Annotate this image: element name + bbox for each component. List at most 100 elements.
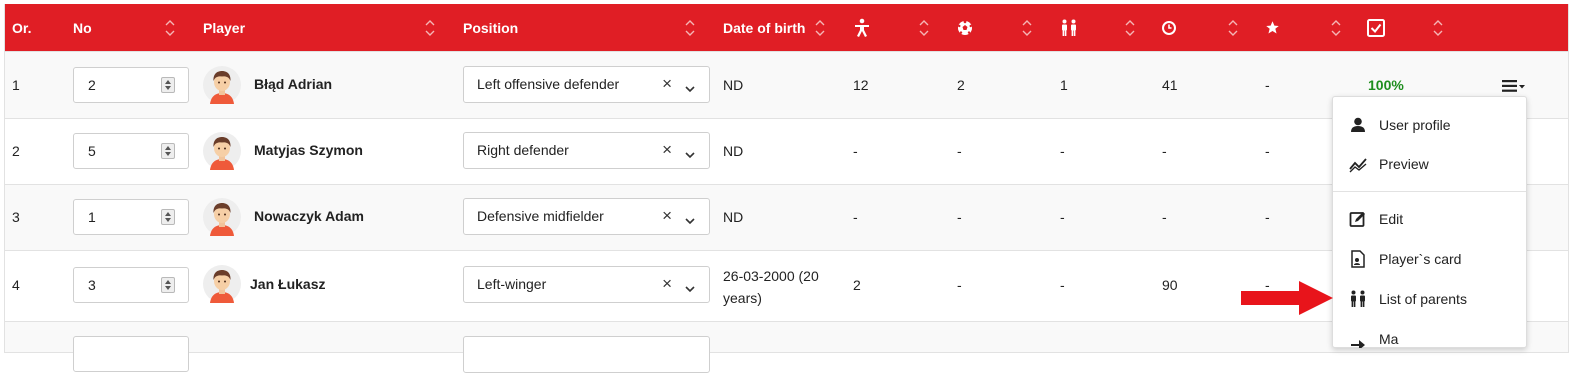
number-stepper[interactable]: 2 bbox=[73, 67, 189, 103]
position-value: Left offensive defender bbox=[477, 76, 620, 92]
chart-line-icon bbox=[1349, 155, 1367, 173]
avatar bbox=[203, 132, 241, 170]
stat5-value: - bbox=[1265, 143, 1270, 159]
spinner-icon[interactable] bbox=[161, 209, 175, 225]
spinner-icon[interactable] bbox=[161, 143, 175, 159]
menu-item-label: Edit bbox=[1379, 211, 1404, 227]
sort-stat2-icon[interactable] bbox=[1022, 18, 1032, 38]
stat4-value: 41 bbox=[1162, 77, 1178, 93]
menu-item-list-of-parents[interactable]: List of parents bbox=[1333, 280, 1526, 318]
menu-item-players-card[interactable]: Player`s card bbox=[1333, 240, 1526, 278]
clock-icon bbox=[1162, 4, 1176, 51]
sort-attendance-icon[interactable] bbox=[1433, 18, 1443, 38]
star-icon bbox=[1265, 4, 1280, 51]
player-name[interactable]: Błąd Adrian bbox=[254, 76, 332, 92]
number-stepper[interactable]: 5 bbox=[73, 133, 189, 169]
stat1-value: - bbox=[853, 143, 858, 159]
clear-icon[interactable]: × bbox=[662, 274, 672, 294]
stat2-value: - bbox=[957, 143, 962, 159]
header-dob[interactable]: Date of birth bbox=[723, 4, 805, 51]
parents-icon bbox=[1349, 290, 1367, 308]
sort-stat3-icon[interactable] bbox=[1125, 18, 1135, 38]
position-select[interactable]: Left-winger × bbox=[463, 266, 710, 303]
menu-item-label: User profile bbox=[1379, 117, 1451, 133]
position-select[interactable]: Right defender × bbox=[463, 132, 710, 169]
clear-icon[interactable]: × bbox=[662, 206, 672, 226]
position-select[interactable]: Defensive midfielder × bbox=[463, 198, 710, 235]
checkbox-icon bbox=[1367, 4, 1385, 51]
stat1-value: - bbox=[853, 209, 858, 225]
number-value: 1 bbox=[88, 209, 96, 225]
running-person-icon bbox=[853, 4, 871, 51]
stat3-value: 1 bbox=[1060, 77, 1068, 93]
sort-player-icon[interactable] bbox=[425, 18, 435, 38]
clear-icon[interactable]: × bbox=[662, 140, 672, 160]
menu-item-edit[interactable]: Edit bbox=[1333, 200, 1526, 238]
menu-item-preview[interactable]: Preview bbox=[1333, 145, 1526, 183]
edit-icon bbox=[1349, 210, 1367, 228]
stat2-value: - bbox=[957, 209, 962, 225]
chevron-down-icon[interactable] bbox=[685, 146, 695, 162]
number-value: 3 bbox=[88, 277, 96, 293]
avatar bbox=[203, 198, 241, 236]
number-value: 2 bbox=[88, 77, 96, 93]
sort-stat5-icon[interactable] bbox=[1331, 18, 1341, 38]
user-icon bbox=[1349, 116, 1367, 134]
stat4-value: - bbox=[1162, 209, 1167, 225]
sort-stat1-icon[interactable] bbox=[919, 18, 929, 38]
chevron-down-icon[interactable] bbox=[685, 212, 695, 228]
dob-value: ND bbox=[723, 143, 744, 159]
position-select[interactable] bbox=[463, 336, 710, 373]
menu-divider bbox=[1333, 191, 1526, 192]
people-icon bbox=[1060, 4, 1078, 51]
sort-position-icon[interactable] bbox=[685, 18, 695, 38]
position-value: Defensive midfielder bbox=[477, 208, 604, 224]
menu-item-user-profile[interactable]: User profile bbox=[1333, 106, 1526, 144]
menu-item-partial[interactable]: Ma bbox=[1333, 320, 1526, 358]
menu-item-label: Preview bbox=[1379, 156, 1429, 172]
stat2-value: - bbox=[957, 277, 962, 293]
number-stepper[interactable]: 3 bbox=[73, 267, 189, 303]
stat2-value: 2 bbox=[957, 77, 965, 93]
position-select[interactable]: Left offensive defender × bbox=[463, 66, 710, 103]
row-order: 3 bbox=[12, 209, 20, 225]
menu-item-label: Ma bbox=[1379, 331, 1399, 347]
header-player[interactable]: Player bbox=[203, 4, 245, 51]
stat1-value: 2 bbox=[853, 277, 861, 293]
number-stepper[interactable]: 1 bbox=[73, 199, 189, 235]
spinner-icon[interactable] bbox=[161, 277, 175, 293]
number-stepper[interactable] bbox=[73, 336, 189, 372]
stat5-value: - bbox=[1265, 209, 1270, 225]
dob-value: ND bbox=[723, 77, 744, 93]
header-no[interactable]: No bbox=[73, 4, 92, 51]
row-order: 1 bbox=[12, 77, 20, 93]
position-value: Left-winger bbox=[477, 276, 547, 292]
menu-item-label: Player`s card bbox=[1379, 251, 1462, 267]
chevron-down-icon[interactable] bbox=[685, 80, 695, 96]
sort-dob-icon[interactable] bbox=[815, 18, 825, 38]
dob-value: ND bbox=[723, 209, 744, 225]
header-order: Or. bbox=[12, 19, 32, 36]
header-position[interactable]: Position bbox=[463, 4, 518, 51]
player-name[interactable]: Jan Łukasz bbox=[250, 276, 325, 292]
clear-icon[interactable]: × bbox=[662, 74, 672, 94]
stat4-value: - bbox=[1162, 143, 1167, 159]
stat3-value: - bbox=[1060, 143, 1065, 159]
dob-value: 26-03-2000 (20 years) bbox=[723, 268, 819, 306]
avatar bbox=[203, 66, 241, 104]
stat3-value: - bbox=[1060, 209, 1065, 225]
player-name[interactable]: Matyjas Szymon bbox=[254, 142, 363, 158]
spinner-icon[interactable] bbox=[161, 77, 175, 93]
sort-no-icon[interactable] bbox=[165, 18, 175, 38]
stat4-value: 90 bbox=[1162, 277, 1178, 293]
chevron-down-icon[interactable] bbox=[685, 280, 695, 296]
player-name[interactable]: Nowaczyk Adam bbox=[254, 208, 364, 224]
stat5-value: - bbox=[1265, 77, 1270, 93]
arrow-icon bbox=[1349, 330, 1367, 350]
row-menu-icon[interactable] bbox=[1502, 79, 1526, 96]
table-header: Or. No Player Position Date of birth bbox=[5, 4, 1568, 51]
attendance-value: 100% bbox=[1368, 77, 1404, 93]
sort-stat4-icon[interactable] bbox=[1228, 18, 1238, 38]
annotation-arrow-icon bbox=[1241, 281, 1335, 318]
stat3-value: - bbox=[1060, 277, 1065, 293]
